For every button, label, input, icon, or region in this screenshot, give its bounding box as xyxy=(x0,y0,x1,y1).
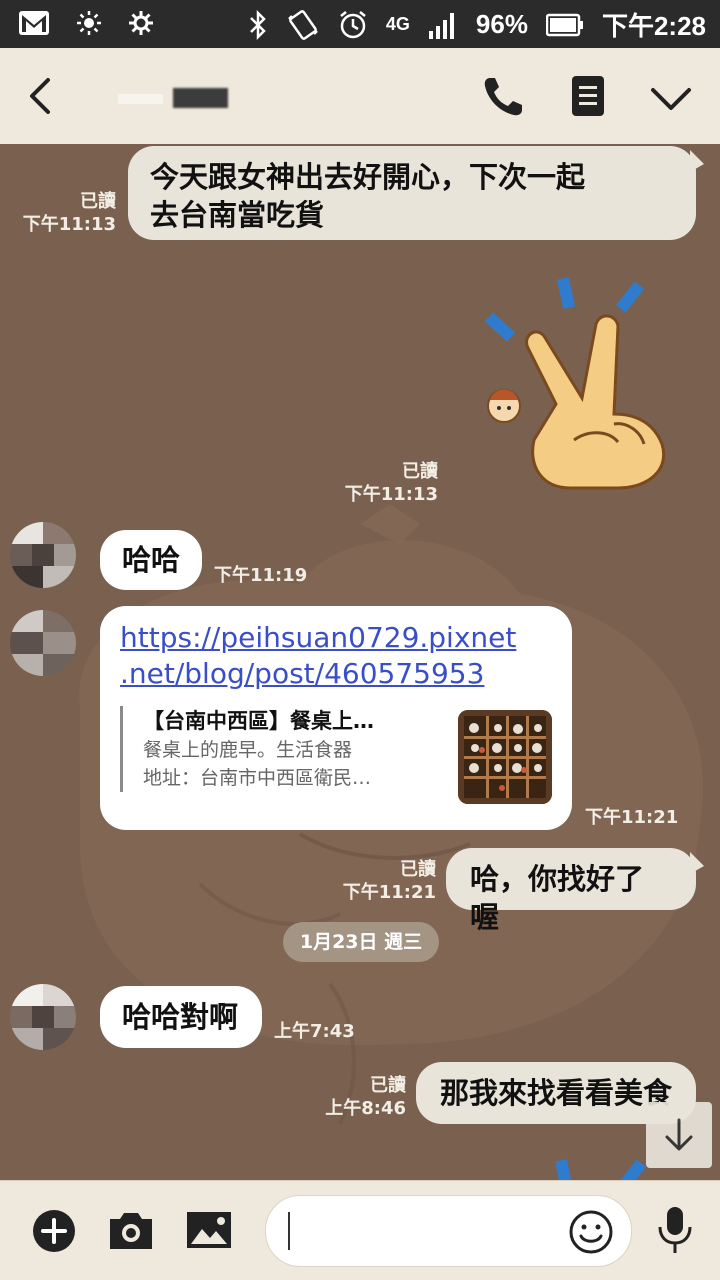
message-time: 上午8:46 xyxy=(325,1098,406,1119)
preview-thumbnail xyxy=(458,710,552,804)
clock: 下午2:28 xyxy=(601,11,706,41)
brightness-icon xyxy=(77,11,101,35)
message-text: 哈哈 xyxy=(122,543,181,577)
message-time: 上午7:43 xyxy=(274,1021,355,1042)
link-preview[interactable]: 【台南中西區】餐桌上… 餐桌上的鹿早。生活食器 地址：台南市中西區衛民… xyxy=(120,706,439,792)
battery-icon xyxy=(545,13,583,36)
scroll-to-bottom-button[interactable] xyxy=(646,1102,712,1168)
message-time: 下午11:13 xyxy=(344,484,438,505)
read-receipt: 已讀 下午11:21 xyxy=(330,858,436,904)
message-bubble-incoming[interactable]: 哈哈 xyxy=(100,530,202,590)
plus-circle-icon[interactable] xyxy=(32,1209,76,1253)
avatar[interactable] xyxy=(10,610,76,676)
battery-percent: 96% xyxy=(475,9,528,39)
read-receipt: 已讀 上午8:46 xyxy=(308,1074,406,1120)
chevron-left-icon[interactable] xyxy=(22,74,62,118)
vibrate-icon xyxy=(288,9,318,40)
arrow-down-icon xyxy=(665,1118,693,1151)
message-bubble-outgoing[interactable]: 哈，你找好了喔 xyxy=(446,848,696,934)
chat-header xyxy=(0,48,720,145)
message-time: 下午11:21 xyxy=(342,882,436,903)
date-separator: 1月23日 週三 xyxy=(283,922,439,962)
message-time: 下午11:13 xyxy=(22,214,116,235)
message-text: 哈哈對啊 xyxy=(122,1000,239,1034)
message-text-field[interactable] xyxy=(286,1212,560,1250)
camera-icon[interactable] xyxy=(108,1209,154,1251)
message-text: 去台南當吃貨 xyxy=(150,198,325,232)
preview-title: 【台南中西區】餐桌上… xyxy=(143,709,374,733)
message-time: 下午11:21 xyxy=(585,807,679,828)
avatar[interactable] xyxy=(10,522,76,588)
phone-icon[interactable] xyxy=(480,74,526,120)
image-icon[interactable] xyxy=(186,1211,232,1249)
message-bubble-outgoing[interactable]: 今天跟女神出去好開心，下次一起 去台南當吃貨 xyxy=(128,146,696,240)
avatar[interactable] xyxy=(10,984,76,1050)
emoji-icon[interactable] xyxy=(568,1209,614,1255)
peace-sign-sticker[interactable] xyxy=(478,274,674,500)
peace-sign-sticker-partial xyxy=(555,1159,646,1180)
gmail-icon xyxy=(19,11,49,35)
message-time: 下午11:19 xyxy=(214,565,308,586)
bluetooth-icon xyxy=(250,9,266,40)
message-text: 那我來找看看美食 xyxy=(440,1076,673,1110)
message-input-bar xyxy=(0,1180,720,1280)
message-input[interactable] xyxy=(265,1195,632,1267)
read-receipt: 已讀 下午11:13 xyxy=(20,190,116,236)
microphone-icon[interactable] xyxy=(656,1205,694,1257)
chat-area[interactable]: 已讀 下午11:13 今天跟女神出去好開心，下次一起 去台南當吃貨 已讀 下午1… xyxy=(0,144,720,1180)
read-receipt: 已讀 下午11:13 xyxy=(340,460,438,506)
message-bubble-incoming[interactable]: 哈哈對啊 xyxy=(100,986,262,1048)
alarm-icon xyxy=(340,10,366,38)
contact-name-redacted xyxy=(118,88,228,110)
chevron-down-icon[interactable] xyxy=(648,78,694,118)
preview-description: 餐桌上的鹿早。生活食器 xyxy=(143,739,353,761)
signal-icon xyxy=(428,12,454,39)
message-link[interactable]: https://peihsuan0729.pixnet .net/blog/po… xyxy=(120,620,552,692)
message-text: 今天跟女神出去好開心，下次一起 xyxy=(150,160,586,194)
notes-icon[interactable] xyxy=(570,74,606,118)
network-type: 4G xyxy=(385,14,410,34)
preview-address: 地址：台南市中西區衛民… xyxy=(143,767,372,789)
status-bar: 4G 96% 下午2:28 xyxy=(0,0,720,48)
message-text: 哈，你找好了喔 xyxy=(470,862,645,934)
settings-icon xyxy=(129,11,153,35)
link-message-bubble[interactable]: https://peihsuan0729.pixnet .net/blog/po… xyxy=(100,606,572,830)
